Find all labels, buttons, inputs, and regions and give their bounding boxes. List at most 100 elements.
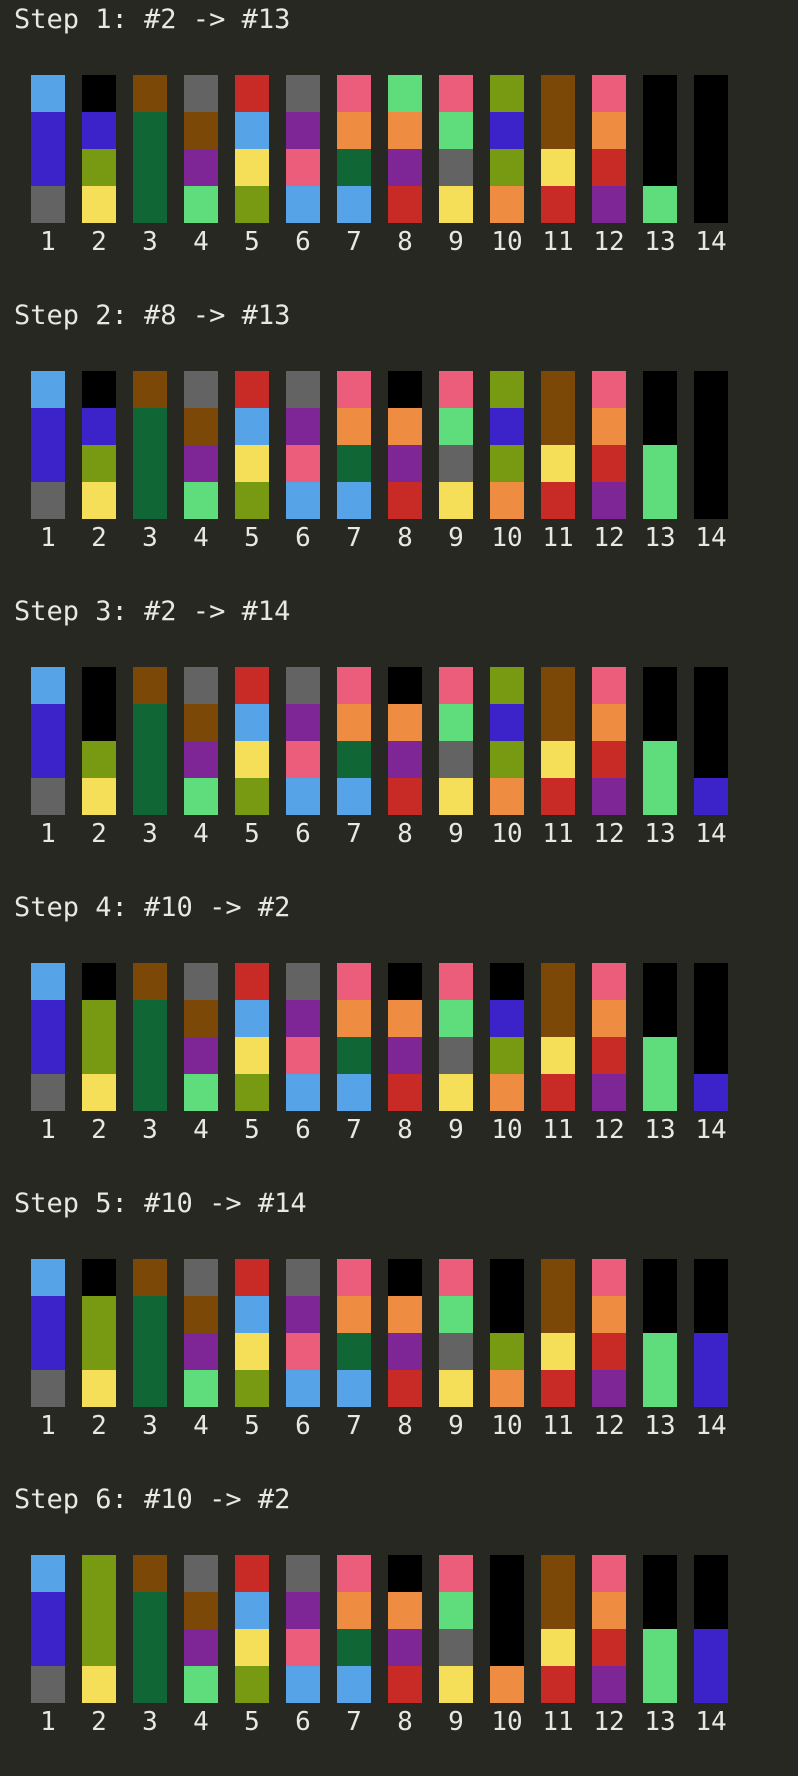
ball-yellow — [235, 1629, 269, 1666]
tube[interactable] — [235, 1555, 269, 1703]
tube[interactable] — [694, 1259, 728, 1407]
tube[interactable] — [133, 371, 167, 519]
tube[interactable] — [694, 75, 728, 223]
tube[interactable] — [235, 667, 269, 815]
tube[interactable] — [235, 75, 269, 223]
ball-red — [235, 667, 269, 704]
ball-indigo — [31, 408, 65, 445]
tube[interactable] — [286, 963, 320, 1111]
tube[interactable] — [694, 667, 728, 815]
tube[interactable] — [184, 667, 218, 815]
tube[interactable] — [694, 1555, 728, 1703]
tube[interactable] — [337, 75, 371, 223]
tube[interactable] — [643, 1555, 677, 1703]
tube[interactable] — [235, 371, 269, 519]
tube[interactable] — [439, 1259, 473, 1407]
tube[interactable] — [541, 963, 575, 1111]
tube[interactable] — [490, 1555, 524, 1703]
tube[interactable] — [31, 75, 65, 223]
tube[interactable] — [490, 667, 524, 815]
tube[interactable] — [388, 667, 422, 815]
tube[interactable] — [286, 371, 320, 519]
tube[interactable] — [541, 75, 575, 223]
tube[interactable] — [592, 371, 626, 519]
tube[interactable] — [286, 1259, 320, 1407]
tube[interactable] — [490, 963, 524, 1111]
tube[interactable] — [643, 371, 677, 519]
tube[interactable] — [439, 75, 473, 223]
tube[interactable] — [439, 667, 473, 815]
tube[interactable] — [31, 963, 65, 1111]
tube[interactable] — [31, 371, 65, 519]
tube[interactable] — [133, 1555, 167, 1703]
tube[interactable] — [592, 1259, 626, 1407]
tube[interactable] — [337, 1555, 371, 1703]
tube-number-label: 6 — [295, 819, 311, 849]
tube[interactable] — [337, 963, 371, 1111]
tube[interactable] — [388, 371, 422, 519]
tube[interactable] — [592, 667, 626, 815]
tube[interactable] — [541, 1555, 575, 1703]
tube[interactable] — [388, 963, 422, 1111]
tube[interactable] — [82, 1259, 116, 1407]
tube[interactable] — [82, 963, 116, 1111]
tube[interactable] — [388, 1259, 422, 1407]
ball-dkgreen — [133, 1666, 167, 1703]
ball-brown — [541, 1000, 575, 1037]
tube[interactable] — [592, 1555, 626, 1703]
tube[interactable] — [388, 75, 422, 223]
tube[interactable] — [31, 667, 65, 815]
tube[interactable] — [235, 1259, 269, 1407]
tube[interactable] — [388, 1555, 422, 1703]
tube[interactable] — [439, 371, 473, 519]
tube[interactable] — [337, 667, 371, 815]
tube[interactable] — [184, 1259, 218, 1407]
tube[interactable] — [439, 1555, 473, 1703]
tube[interactable] — [82, 371, 116, 519]
tube[interactable] — [82, 667, 116, 815]
tube-number-label: 7 — [346, 1707, 362, 1737]
tube[interactable] — [490, 371, 524, 519]
tube-number-label: 2 — [91, 1707, 107, 1737]
tube[interactable] — [133, 963, 167, 1111]
tube[interactable] — [184, 75, 218, 223]
tube[interactable] — [694, 963, 728, 1111]
tube[interactable] — [286, 667, 320, 815]
tube[interactable] — [541, 371, 575, 519]
tube[interactable] — [490, 75, 524, 223]
tube[interactable] — [133, 667, 167, 815]
tube[interactable] — [133, 1259, 167, 1407]
tube[interactable] — [643, 963, 677, 1111]
tube[interactable] — [643, 667, 677, 815]
tube[interactable] — [184, 1555, 218, 1703]
tube[interactable] — [541, 667, 575, 815]
ball-brown — [541, 667, 575, 704]
tube[interactable] — [592, 75, 626, 223]
tube[interactable] — [286, 1555, 320, 1703]
tube[interactable] — [439, 963, 473, 1111]
tube[interactable] — [184, 371, 218, 519]
tube[interactable] — [490, 1259, 524, 1407]
tube[interactable] — [82, 1555, 116, 1703]
tube-number-label: 10 — [491, 227, 523, 257]
tube[interactable] — [82, 75, 116, 223]
ball-dkgreen — [337, 1629, 371, 1666]
tube[interactable] — [694, 371, 728, 519]
tube[interactable] — [184, 963, 218, 1111]
tube[interactable] — [133, 75, 167, 223]
tube[interactable] — [31, 1259, 65, 1407]
ball-purple — [184, 149, 218, 186]
ball-brown — [133, 667, 167, 704]
tube[interactable] — [643, 1259, 677, 1407]
tube-number-label: 10 — [491, 1707, 523, 1737]
tube[interactable] — [286, 75, 320, 223]
ball-mint — [184, 1666, 218, 1703]
tube[interactable] — [337, 1259, 371, 1407]
ball-orange — [490, 778, 524, 815]
tube[interactable] — [541, 1259, 575, 1407]
tube[interactable] — [235, 963, 269, 1111]
tube[interactable] — [31, 1555, 65, 1703]
tube[interactable] — [337, 371, 371, 519]
tube[interactable] — [643, 75, 677, 223]
tube[interactable] — [592, 963, 626, 1111]
